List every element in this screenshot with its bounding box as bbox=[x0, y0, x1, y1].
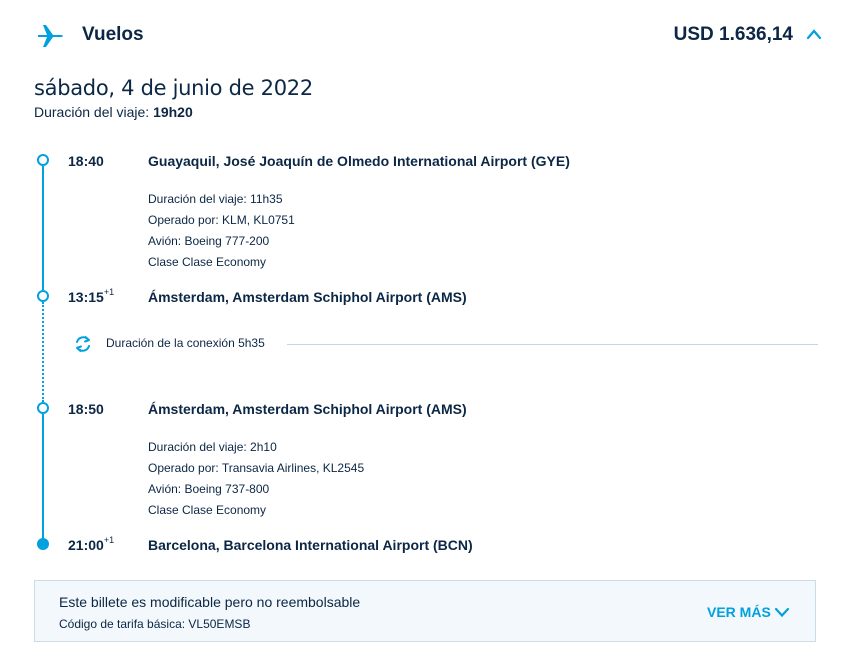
day-offset: +1 bbox=[103, 535, 115, 545]
departure-time: 18:50 bbox=[68, 401, 104, 417]
timeline-segment-2 bbox=[42, 414, 44, 540]
see-more-link[interactable]: VER MÁS bbox=[707, 604, 771, 620]
segment-cabin: Clase Clase Economy bbox=[148, 255, 267, 269]
chevron-down-icon[interactable] bbox=[774, 606, 790, 618]
arrival-time: 21:00+1 bbox=[68, 535, 115, 553]
timeline-stop-departure-1 bbox=[37, 154, 49, 166]
departure-airport: Guayaquil, José Joaquín de Olmedo Intern… bbox=[148, 153, 570, 169]
timeline-segment-1 bbox=[42, 166, 44, 290]
timeline-connection bbox=[42, 302, 44, 402]
fare-conditions-box bbox=[34, 580, 816, 642]
arrival-airport: Ámsterdam, Amsterdam Schiphol Airport (A… bbox=[148, 289, 467, 305]
timeline-stop-departure-2 bbox=[37, 402, 49, 414]
trip-duration: Duración del viaje: 19h20 bbox=[34, 104, 193, 120]
airplane-icon bbox=[38, 25, 63, 47]
segment-operator: Operado por: Transavia Airlines, KL2545 bbox=[148, 461, 365, 475]
fare-basis-code: Código de tarifa básica: VL50EMSB bbox=[59, 617, 251, 631]
departure-airport: Ámsterdam, Amsterdam Schiphol Airport (A… bbox=[148, 401, 467, 417]
segment-aircraft: Avión: Boeing 737-800 bbox=[148, 482, 270, 496]
connection-duration: Duración de la conexión 5h35 bbox=[106, 336, 265, 350]
total-price: USD 1.636,14 bbox=[673, 24, 793, 45]
segment-duration: Duración del viaje: 11h35 bbox=[148, 192, 283, 206]
timeline-stop-final bbox=[37, 538, 49, 550]
timeline-stop-arrival-1 bbox=[37, 290, 49, 302]
refresh-icon bbox=[76, 336, 90, 352]
connection-divider bbox=[287, 344, 818, 345]
arrival-time-value: 21:00 bbox=[68, 537, 104, 553]
trip-duration-label: Duración del viaje: bbox=[34, 104, 150, 120]
fare-conditions-text: Este billete es modificable pero no reem… bbox=[59, 594, 361, 610]
arrival-airport: Barcelona, Barcelona International Airpo… bbox=[148, 537, 473, 553]
day-offset: +1 bbox=[103, 287, 115, 297]
arrival-time-value: 13:15 bbox=[68, 289, 104, 305]
departure-time: 18:40 bbox=[68, 153, 104, 169]
chevron-up-icon[interactable] bbox=[806, 28, 822, 40]
segment-operator: Operado por: KLM, KL0751 bbox=[148, 213, 295, 227]
trip-duration-value: 19h20 bbox=[153, 104, 193, 120]
section-title: Vuelos bbox=[82, 24, 144, 45]
segment-cabin: Clase Clase Economy bbox=[148, 503, 267, 517]
segment-duration: Duración del viaje: 2h10 bbox=[148, 440, 277, 454]
trip-date: sábado, 4 de junio de 2022 bbox=[34, 76, 313, 100]
arrival-time: 13:15+1 bbox=[68, 287, 115, 305]
segment-aircraft: Avión: Boeing 777-200 bbox=[148, 234, 270, 248]
